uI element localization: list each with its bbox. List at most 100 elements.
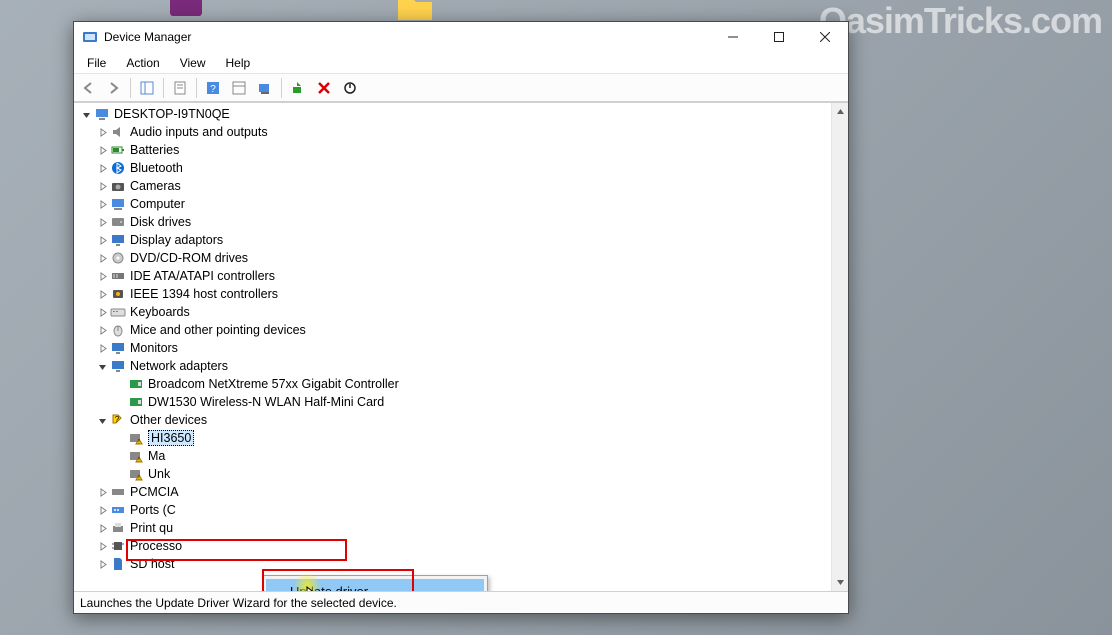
tree-node-label: Display adaptors xyxy=(130,233,223,247)
tree-node-label: IEEE 1394 host controllers xyxy=(130,287,278,301)
tree-node[interactable]: Disk drives xyxy=(76,213,831,231)
window-title: Device Manager xyxy=(104,30,191,44)
menu-help[interactable]: Help xyxy=(217,53,260,73)
printer-icon xyxy=(110,520,126,536)
close-button[interactable] xyxy=(802,22,848,52)
minimize-button[interactable] xyxy=(710,22,756,52)
tree-node[interactable]: Cameras xyxy=(76,177,831,195)
twisty-closed-icon[interactable] xyxy=(94,251,110,265)
tree-node[interactable]: !Unk xyxy=(76,465,831,483)
tree-node[interactable]: SD host xyxy=(76,555,831,573)
twisty-open-icon[interactable] xyxy=(94,359,110,373)
twisty-closed-icon[interactable] xyxy=(94,125,110,139)
uninstall-button[interactable] xyxy=(312,76,336,100)
tree-node[interactable]: PCMCIA xyxy=(76,483,831,501)
toolbar: ? xyxy=(74,74,848,102)
warn-icon: ! xyxy=(128,466,144,482)
titlebar: Device Manager xyxy=(74,22,848,52)
twisty-none xyxy=(112,431,128,445)
twisty-closed-icon[interactable] xyxy=(94,341,110,355)
twisty-closed-icon[interactable] xyxy=(94,305,110,319)
properties-button[interactable] xyxy=(168,76,192,100)
tree-node[interactable]: Monitors xyxy=(76,339,831,357)
menubar: File Action View Help xyxy=(74,52,848,74)
tree-node[interactable]: Audio inputs and outputs xyxy=(76,123,831,141)
tree-node-label: Batteries xyxy=(130,143,179,157)
nic-icon xyxy=(128,376,144,392)
tree-node[interactable]: DESKTOP-I9TN0QE xyxy=(76,105,831,123)
tree-node[interactable]: IDE ATA/ATAPI controllers xyxy=(76,267,831,285)
show-hide-tree-button[interactable] xyxy=(135,76,159,100)
tree-node[interactable]: Mice and other pointing devices xyxy=(76,321,831,339)
firewire-icon xyxy=(110,286,126,302)
twisty-closed-icon[interactable] xyxy=(94,485,110,499)
svg-text:?: ? xyxy=(115,415,120,424)
menu-view[interactable]: View xyxy=(171,53,215,73)
camera-icon xyxy=(110,178,126,194)
twisty-closed-icon[interactable] xyxy=(94,143,110,157)
tree-node[interactable]: Bluetooth xyxy=(76,159,831,177)
twisty-closed-icon[interactable] xyxy=(94,521,110,535)
twisty-open-icon[interactable] xyxy=(94,413,110,427)
menu-action[interactable]: Action xyxy=(117,53,168,73)
help-button[interactable]: ? xyxy=(201,76,225,100)
twisty-closed-icon[interactable] xyxy=(94,215,110,229)
twisty-closed-icon[interactable] xyxy=(94,233,110,247)
back-button[interactable] xyxy=(76,76,100,100)
app-icon xyxy=(82,29,98,45)
update-driver-button[interactable] xyxy=(286,76,310,100)
scroll-up-button[interactable] xyxy=(832,103,849,120)
tree-node[interactable]: Keyboards xyxy=(76,303,831,321)
context-menu-item[interactable]: Update driver xyxy=(266,579,484,591)
forward-button[interactable] xyxy=(102,76,126,100)
tree-node[interactable]: DW1530 Wireless-N WLAN Half-Mini Card xyxy=(76,393,831,411)
scan-button[interactable] xyxy=(253,76,277,100)
tree-node-label: Keyboards xyxy=(130,305,190,319)
twisty-closed-icon[interactable] xyxy=(94,287,110,301)
computer-icon xyxy=(110,196,126,212)
unknown-icon: ? xyxy=(110,412,126,428)
twisty-closed-icon[interactable] xyxy=(94,269,110,283)
tree-node[interactable]: Ports (C xyxy=(76,501,831,519)
menu-file[interactable]: File xyxy=(78,53,115,73)
disable-button[interactable] xyxy=(338,76,362,100)
context-menu: Update driverDisable deviceUninstall dev… xyxy=(262,575,488,591)
twisty-open-icon[interactable] xyxy=(78,107,94,121)
twisty-closed-icon[interactable] xyxy=(94,557,110,571)
device-tree[interactable]: DESKTOP-I9TN0QEAudio inputs and outputs B… xyxy=(74,103,831,591)
tree-node[interactable]: DVD/CD-ROM drives xyxy=(76,249,831,267)
network-icon xyxy=(110,358,126,374)
tree-node-label: DW1530 Wireless-N WLAN Half-Mini Card xyxy=(148,395,384,409)
tree-node[interactable]: Processo xyxy=(76,537,831,555)
tree-node[interactable]: Network adapters xyxy=(76,357,831,375)
twisty-closed-icon[interactable] xyxy=(94,197,110,211)
monitor-icon xyxy=(110,340,126,356)
svg-text:?: ? xyxy=(210,84,216,95)
twisty-closed-icon[interactable] xyxy=(94,179,110,193)
ide-icon xyxy=(110,268,126,284)
twisty-none xyxy=(112,467,128,481)
scrollbar-vertical[interactable] xyxy=(831,103,848,591)
tree-node-label-selected: HI3650 xyxy=(148,430,194,446)
action-button[interactable] xyxy=(227,76,251,100)
tree-node-label: Other devices xyxy=(130,413,207,427)
tree-node[interactable]: ? Other devices xyxy=(76,411,831,429)
tree-node[interactable]: Batteries xyxy=(76,141,831,159)
tree-node-label: Cameras xyxy=(130,179,181,193)
tree-node[interactable]: !HI3650 xyxy=(76,429,831,447)
twisty-closed-icon[interactable] xyxy=(94,539,110,553)
twisty-closed-icon[interactable] xyxy=(94,323,110,337)
tree-node-label: Bluetooth xyxy=(130,161,183,175)
tree-node[interactable]: Computer xyxy=(76,195,831,213)
scroll-down-button[interactable] xyxy=(832,574,849,591)
tree-node[interactable]: !Ma xyxy=(76,447,831,465)
twisty-closed-icon[interactable] xyxy=(94,161,110,175)
maximize-button[interactable] xyxy=(756,22,802,52)
tree-node[interactable]: Broadcom NetXtreme 57xx Gigabit Controll… xyxy=(76,375,831,393)
tree-node[interactable]: Print qu xyxy=(76,519,831,537)
tree-node[interactable]: Display adaptors xyxy=(76,231,831,249)
watermark-text: OasimTricks.com xyxy=(819,0,1102,42)
tree-node-label: DVD/CD-ROM drives xyxy=(130,251,248,265)
twisty-closed-icon[interactable] xyxy=(94,503,110,517)
tree-node[interactable]: IEEE 1394 host controllers xyxy=(76,285,831,303)
